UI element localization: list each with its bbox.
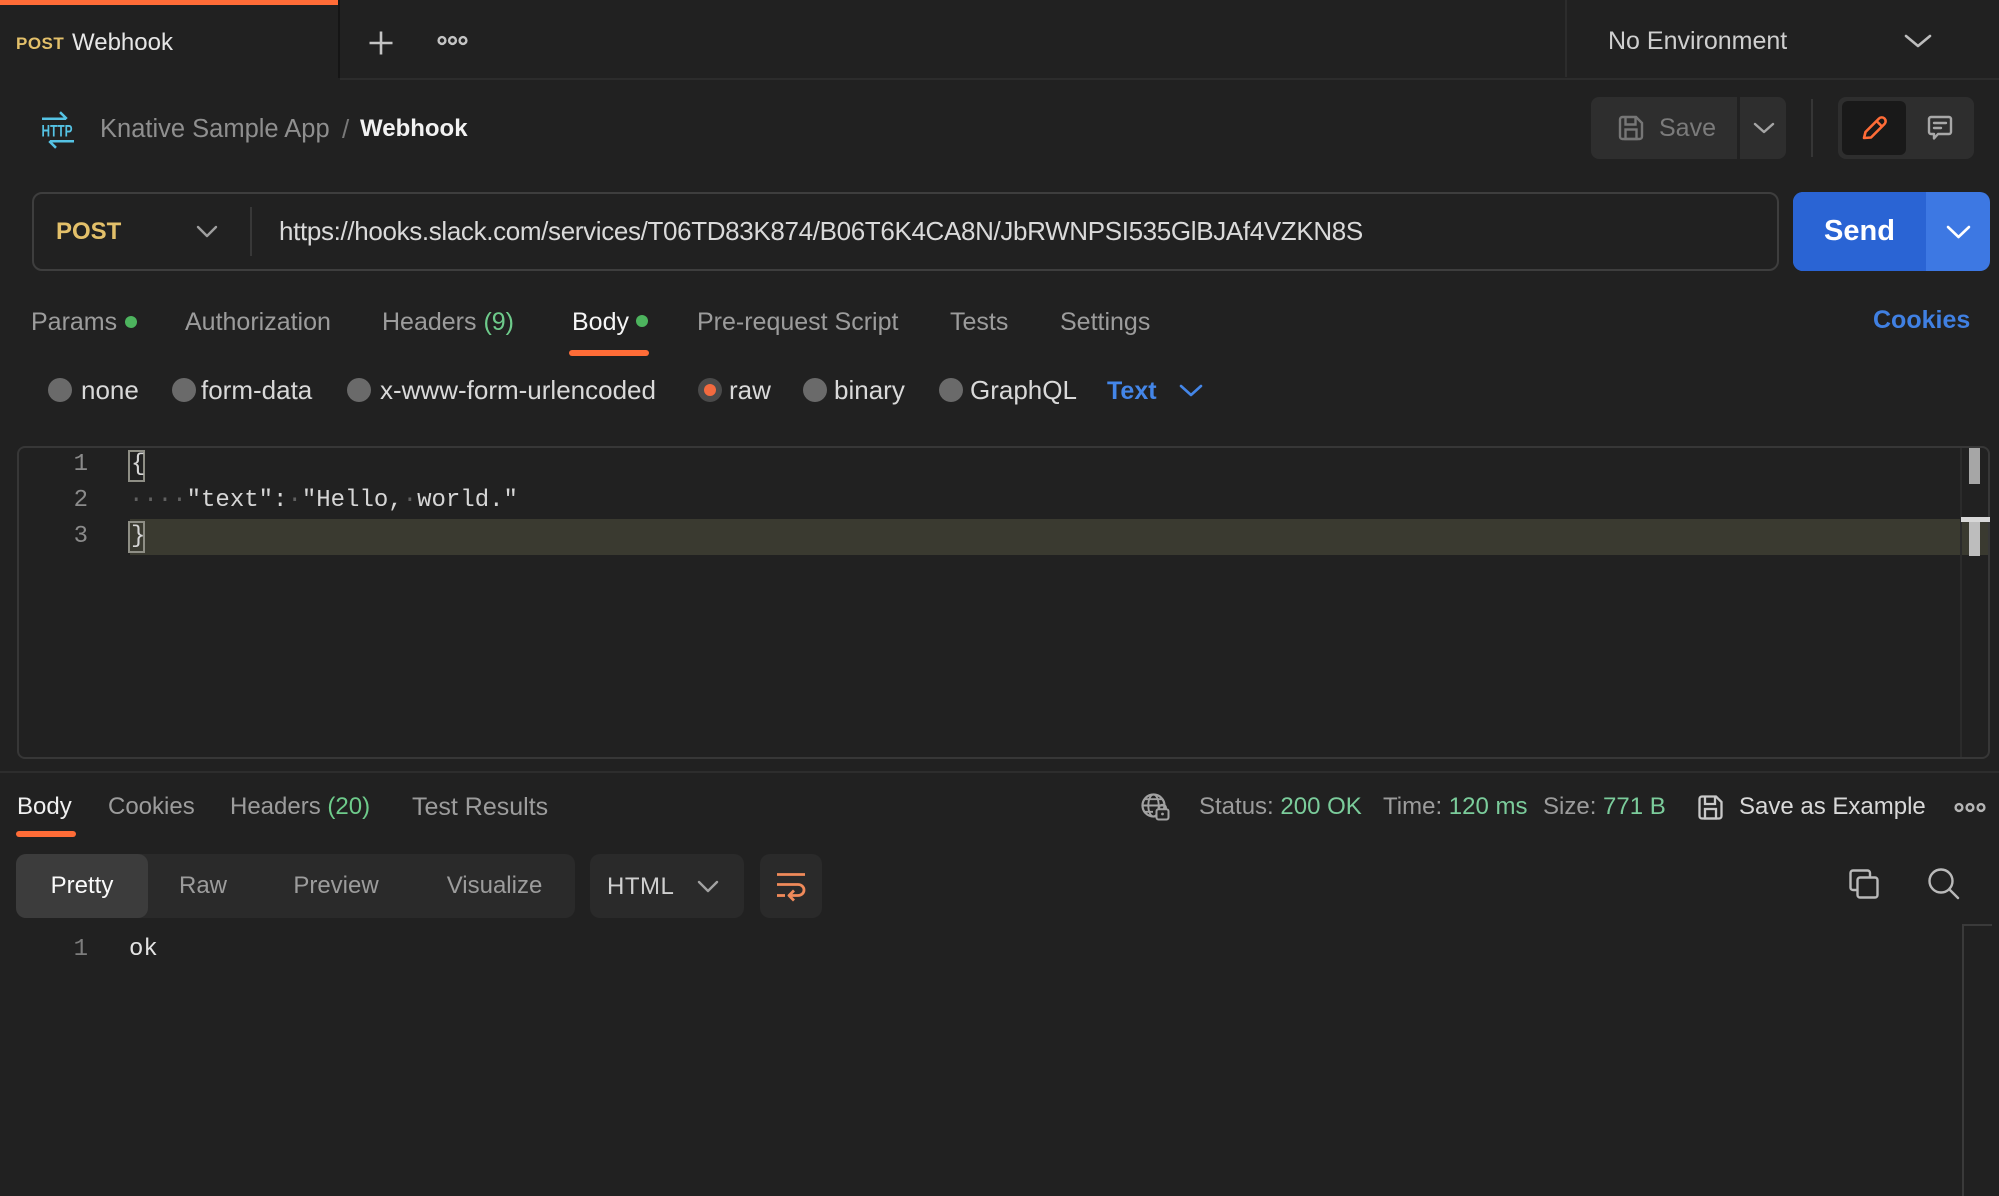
- svg-text:HTTP: HTTP: [42, 123, 73, 141]
